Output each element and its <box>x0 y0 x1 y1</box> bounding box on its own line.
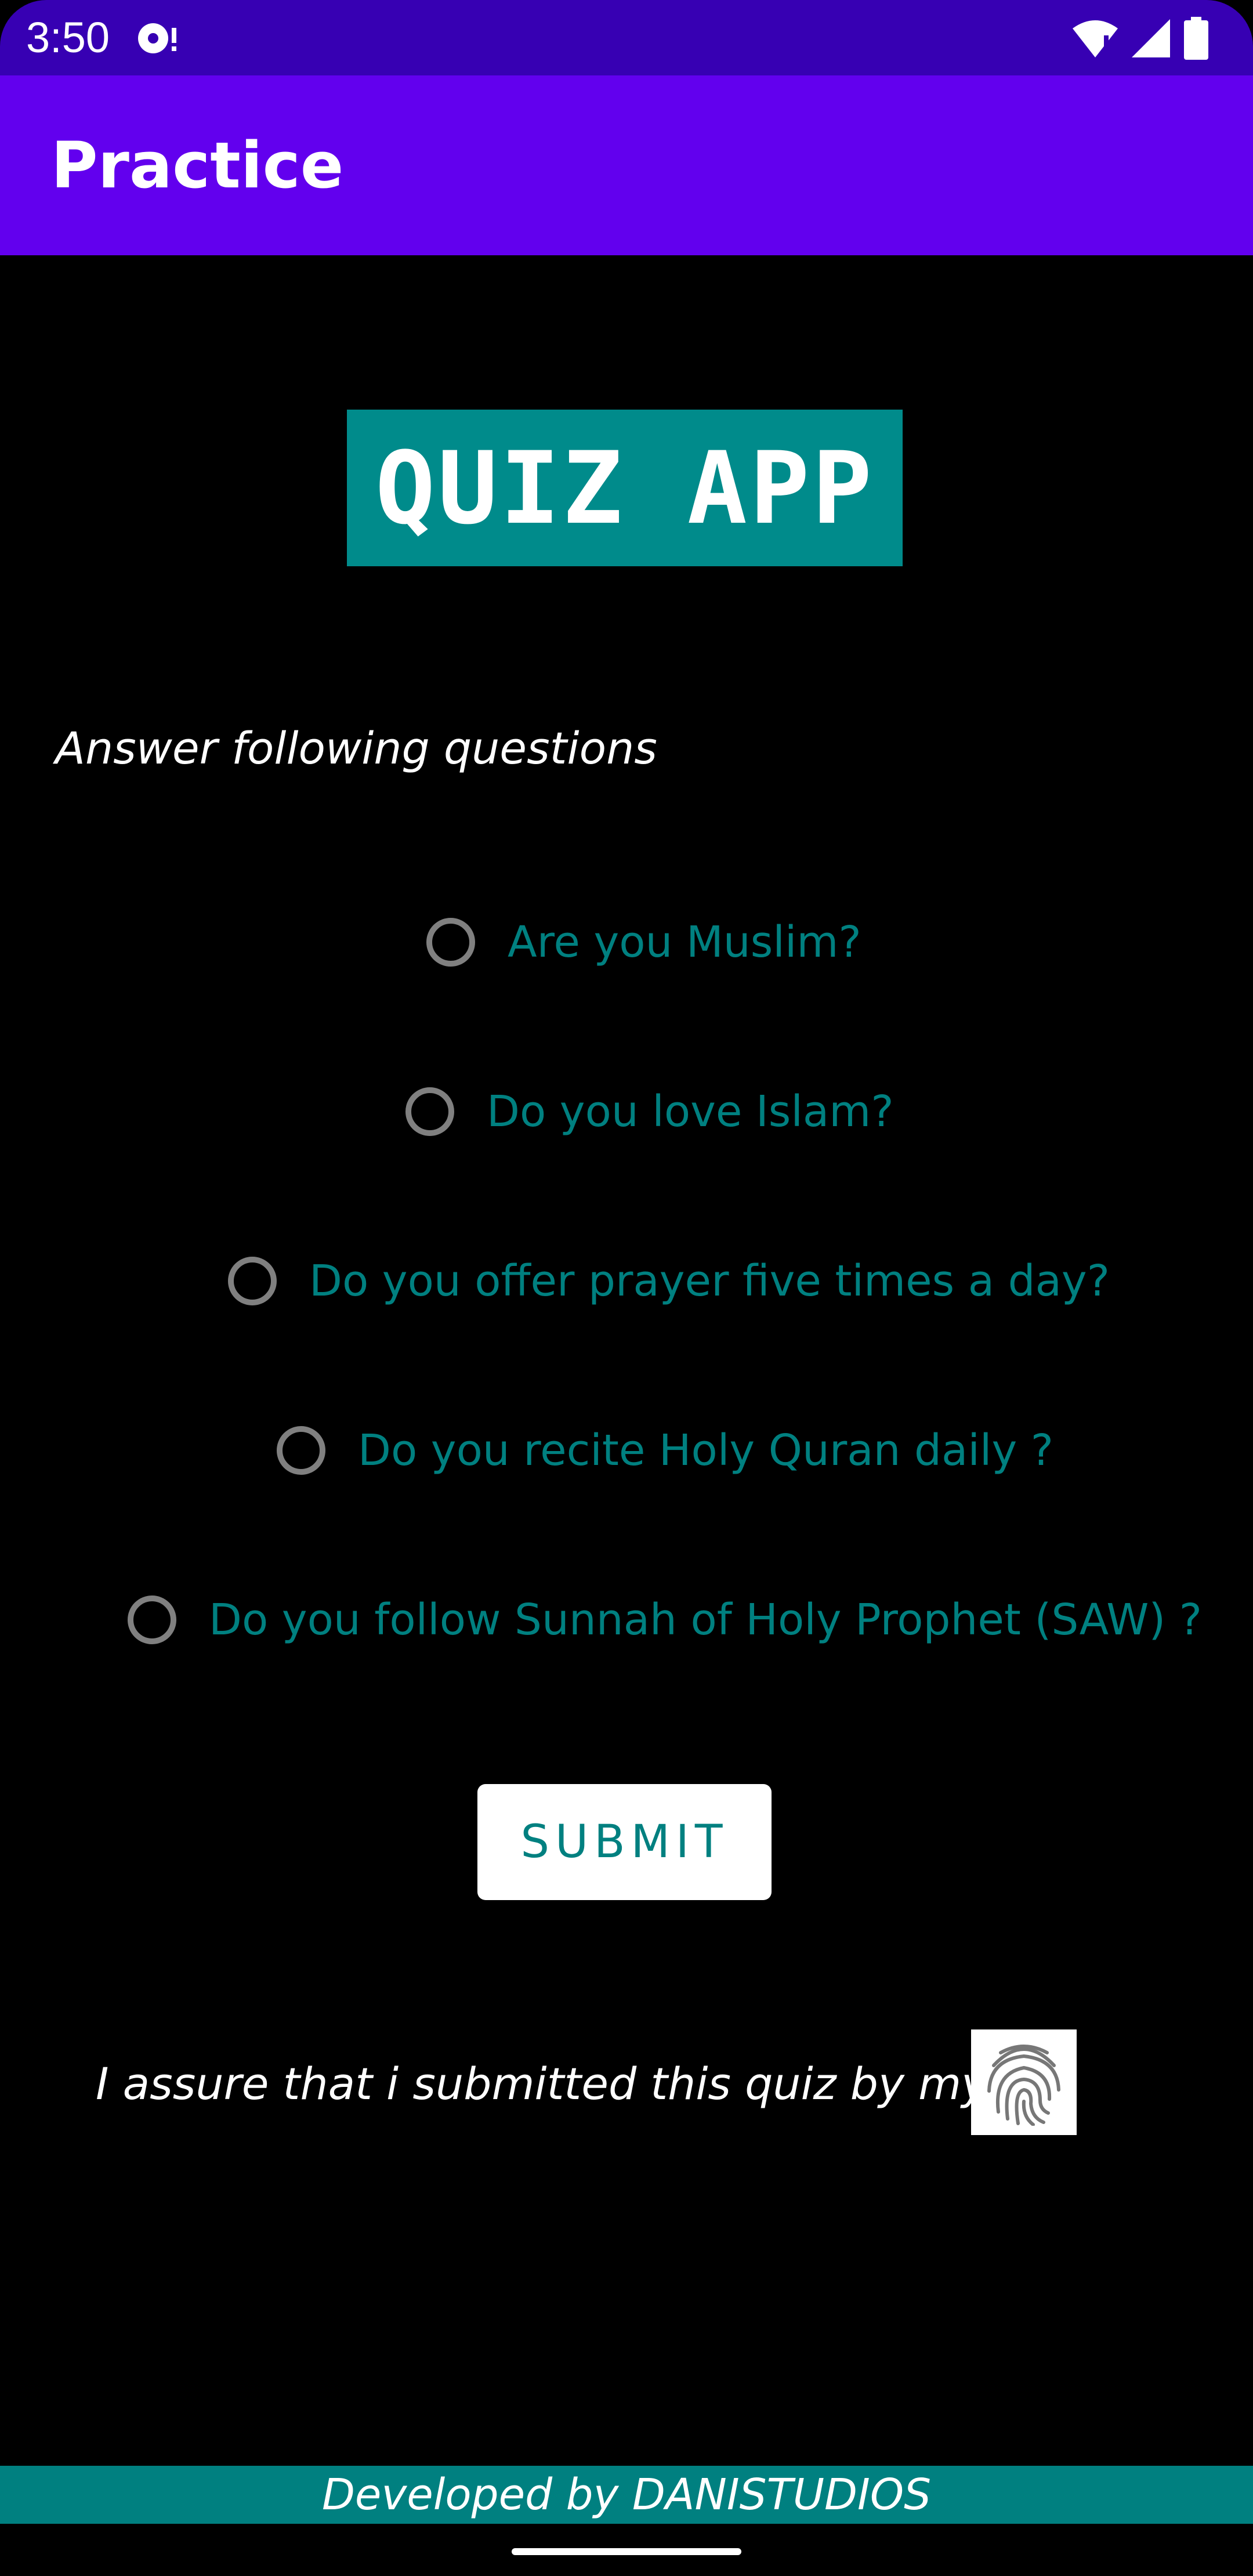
radio-button[interactable] <box>405 1087 454 1136</box>
intro-text: Answer following questions <box>55 722 657 774</box>
submit-button[interactable]: SUBMIT <box>477 1784 772 1900</box>
question-4[interactable]: Do you recite Holy Quran daily ? <box>277 1416 1053 1485</box>
status-time: 3:50 <box>26 13 110 61</box>
radio-button[interactable] <box>128 1595 176 1644</box>
question-3[interactable]: Do you offer prayer five times a day? <box>228 1246 1110 1316</box>
assurance-text: I assure that i submitted this quiz by m… <box>96 2058 1066 2110</box>
question-label: Do you follow Sunnah of Holy Prophet (SA… <box>209 1595 1203 1645</box>
question-2[interactable]: Do you love Islam? <box>405 1077 894 1146</box>
fingerprint-button[interactable] <box>971 2029 1077 2135</box>
status-icons <box>1071 15 1209 61</box>
question-label: Are you Muslim? <box>508 917 861 967</box>
status-bar: 3:50 <box>0 0 1253 75</box>
signal-icon <box>1132 19 1170 57</box>
media-notification-icon <box>138 23 176 53</box>
fingerprint-icon <box>987 2045 1060 2126</box>
app-bar: Practice <box>0 75 1253 255</box>
radio-button[interactable] <box>426 918 475 967</box>
quiz-banner: QUIZ APP <box>347 410 903 566</box>
radio-button[interactable] <box>228 1257 277 1305</box>
battery-icon <box>1184 17 1208 60</box>
app-title: Practice <box>51 128 344 202</box>
question-label: Do you recite Holy Quran daily ? <box>358 1426 1054 1475</box>
radio-button[interactable] <box>277 1426 325 1475</box>
wifi-icon <box>1073 20 1118 57</box>
question-5[interactable]: Do you follow Sunnah of Holy Prophet (SA… <box>128 1585 1202 1655</box>
question-label: Do you love Islam? <box>487 1087 894 1137</box>
question-1[interactable]: Are you Muslim? <box>426 907 861 977</box>
home-indicator[interactable] <box>512 2548 741 2555</box>
footer: Developed by DANISTUDIOS <box>0 2466 1253 2524</box>
question-label: Do you offer prayer five times a day? <box>309 1256 1110 1306</box>
